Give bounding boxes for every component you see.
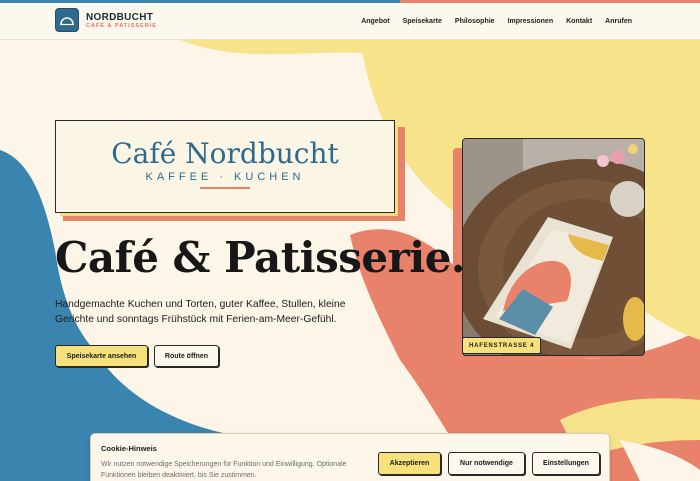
hero-intro: Handgemachte Kuchen und Torten, guter Ka… <box>55 299 346 325</box>
cookie-text: Wir nutzen notwendige Speicherungen für … <box>101 461 347 479</box>
nav-item-impressionen[interactable]: Impressionen <box>508 18 554 25</box>
address-tag: HAFENSTRASSE 4 <box>462 337 542 354</box>
logo-icon[interactable] <box>55 8 79 32</box>
nav-item-anrufen[interactable]: Anrufen <box>605 18 632 25</box>
header-accent-bar <box>400 0 700 3</box>
brand-name[interactable]: NORDBUCHT <box>86 12 153 23</box>
sign-subtitle: KAFFEE · KUCHEN <box>145 171 305 183</box>
main-nav: Angebot Speisekarte Philosophie Impressi… <box>361 18 632 25</box>
cookie-title: Cookie-Hinweis <box>101 444 157 453</box>
necessary-only-button[interactable]: Nur notwendige <box>448 452 525 475</box>
nav-item-speisekarte[interactable]: Speisekarte <box>403 18 442 25</box>
cookie-settings-button[interactable]: Einstellungen <box>532 452 600 475</box>
sign-divider <box>200 187 250 189</box>
accept-cookies-button[interactable]: Akzeptieren <box>378 452 441 475</box>
nav-item-kontakt[interactable]: Kontakt <box>566 18 592 25</box>
nav-item-angebot[interactable]: Angebot <box>361 18 389 25</box>
site-header: NORDBUCHT CAFÉ & PATISSERIE Angebot Spei… <box>0 0 700 40</box>
brand-subtitle: CAFÉ & PATISSERIE <box>86 23 157 29</box>
cookie-banner: Cookie-Hinweis Wir nutzen notwendige Spe… <box>90 433 610 481</box>
hero-sign-card: Café Nordbucht KAFFEE · KUCHEN <box>55 120 395 213</box>
route-button[interactable]: Route öffnen <box>154 345 219 367</box>
sign-title: Café Nordbucht <box>111 137 339 170</box>
hero-photo <box>462 138 645 356</box>
hero-headline: Café & Patisserie. <box>55 233 466 282</box>
nav-item-philosophie[interactable]: Philosophie <box>455 18 495 25</box>
menu-button[interactable]: Speisekarte ansehen <box>55 345 148 367</box>
